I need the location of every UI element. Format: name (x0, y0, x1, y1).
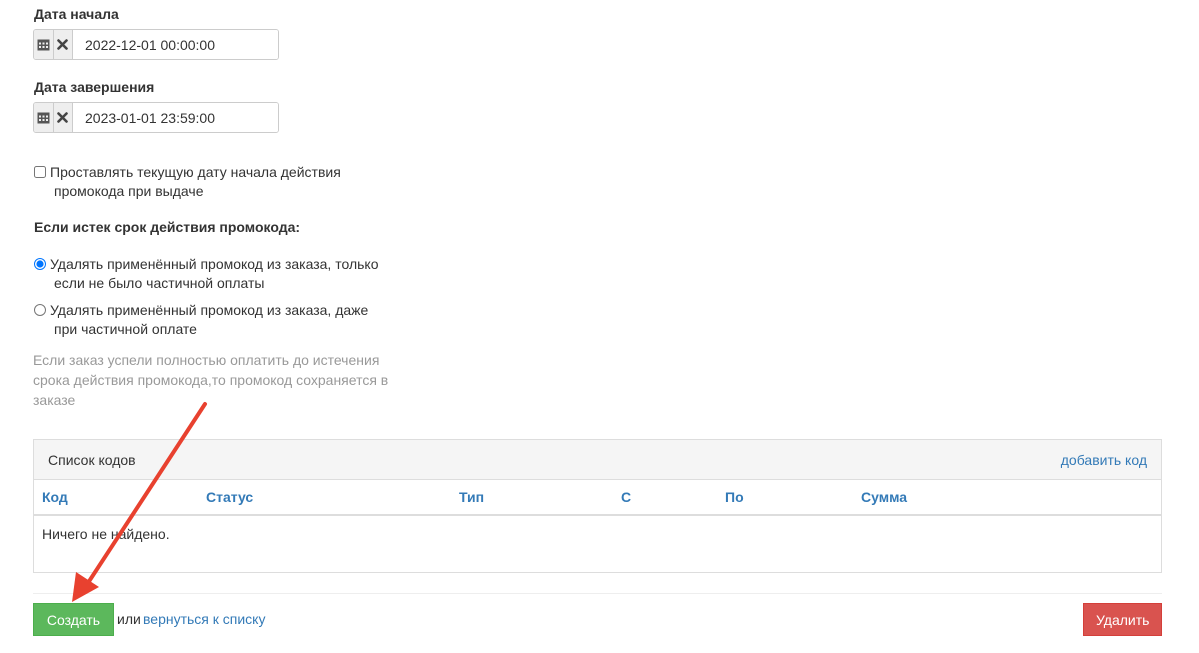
start-clear-button[interactable] (53, 30, 73, 59)
end-date-input[interactable] (73, 103, 278, 132)
end-calendar-button[interactable] (34, 103, 54, 132)
expiry-option-1-line2: если не было частичной оплаты (54, 275, 265, 291)
expiry-option-2-line1: Удалять применённый промокод из заказа, … (50, 302, 369, 318)
create-button[interactable]: Создать (33, 603, 114, 636)
auto-date-option[interactable]: Проставлять текущую дату начала действия… (34, 163, 380, 201)
codes-table-header: Код Статус Тип С По Сумма (34, 480, 1161, 516)
calendar-icon (37, 39, 50, 51)
column-code[interactable]: Код (42, 489, 68, 505)
expiry-option-2-line2: при частичной оплате (54, 321, 197, 337)
codes-empty-message: Ничего не найдено. (42, 526, 170, 542)
auto-date-line2: промокода при выдаче (54, 183, 204, 199)
start-calendar-button[interactable] (34, 30, 54, 59)
start-date-label: Дата начала (34, 6, 119, 22)
codes-panel: Список кодов добавить код Код Статус Тип… (33, 439, 1162, 573)
codes-panel-header: Список кодов добавить код (34, 440, 1161, 480)
expiry-hint: Если заказ успели полностью оплатить до … (33, 352, 389, 408)
expiry-radio-2[interactable] (34, 304, 46, 316)
back-to-list-link[interactable]: вернуться к списку (143, 611, 265, 627)
expiry-option-1-line1: Удалять применённый промокод из заказа, … (50, 256, 379, 272)
add-code-link[interactable]: добавить код (1061, 452, 1147, 468)
column-type[interactable]: Тип (459, 489, 484, 505)
expiry-heading: Если истек срок действия промокода: (34, 219, 301, 235)
calendar-icon (37, 112, 50, 124)
expiry-option-1[interactable]: Удалять применённый промокод из заказа, … (34, 255, 380, 293)
close-icon (57, 39, 69, 50)
expiry-option-2[interactable]: Удалять применённый промокод из заказа, … (34, 301, 380, 339)
start-date-group (33, 29, 279, 60)
codes-panel-title: Список кодов (48, 451, 136, 468)
delete-button[interactable]: Удалить (1083, 603, 1162, 636)
expiry-option-1-text: Удалять применённый промокод из заказа, … (50, 255, 380, 293)
auto-date-line1: Проставлять текущую дату начала действия (50, 164, 341, 180)
close-icon (57, 112, 69, 123)
expiry-radio-1[interactable] (34, 258, 46, 270)
auto-date-checkbox[interactable] (34, 166, 46, 178)
end-date-group (33, 102, 279, 133)
footer-divider (33, 593, 1162, 594)
expiry-option-2-text: Удалять применённый промокод из заказа, … (50, 301, 380, 339)
end-date-label: Дата завершения (34, 79, 155, 95)
column-amount[interactable]: Сумма (861, 489, 907, 505)
auto-date-text: Проставлять текущую дату начала действия… (50, 163, 380, 201)
column-status[interactable]: Статус (206, 489, 253, 505)
or-text: или (117, 611, 141, 627)
column-to[interactable]: По (725, 489, 744, 505)
start-date-input[interactable] (73, 30, 278, 59)
column-from[interactable]: С (621, 489, 631, 505)
end-clear-button[interactable] (53, 103, 73, 132)
